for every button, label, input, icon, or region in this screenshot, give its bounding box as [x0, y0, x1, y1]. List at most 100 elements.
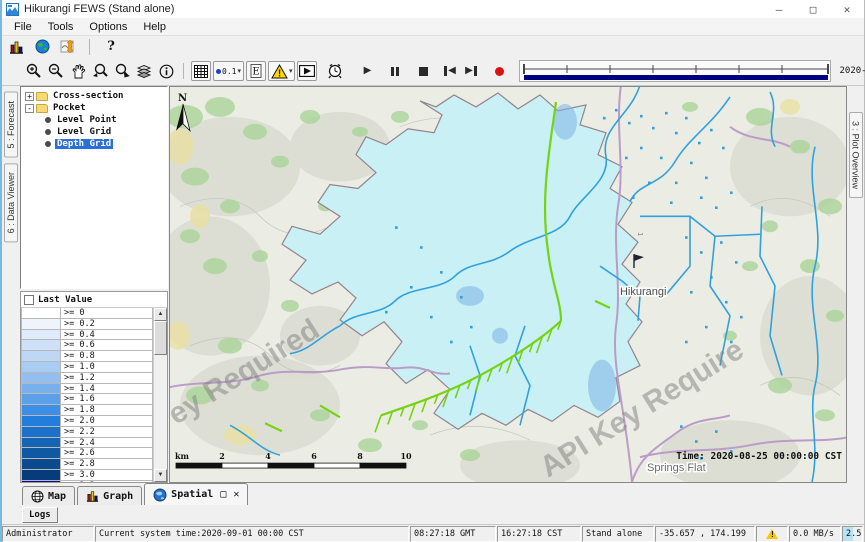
- last-value-checkbox[interactable]: [24, 295, 34, 305]
- map-view[interactable]: ey Required API Key Require Hikurangi Sp…: [169, 86, 847, 483]
- svg-text:6: 6: [311, 452, 317, 461]
- legend-row[interactable]: >= 3.0: [21, 470, 153, 481]
- tree-item-level-grid[interactable]: Level Grid: [23, 126, 167, 138]
- zoom-in-icon[interactable]: [24, 61, 44, 81]
- layers-icon[interactable]: [134, 61, 154, 81]
- scrollbar-thumb[interactable]: [154, 321, 167, 355]
- zoom-previous-icon[interactable]: [90, 61, 110, 81]
- status-gmt-time: 08:27:18 GMT: [410, 526, 496, 542]
- warning-thresholds-dropdown[interactable]: ! ▾: [268, 61, 296, 81]
- legend-row[interactable]: >= 0.8: [21, 351, 153, 362]
- tab-spatial[interactable]: Spatial □ ✕: [144, 483, 248, 505]
- close-button[interactable]: ✕: [830, 0, 864, 18]
- menu-tools[interactable]: Tools: [40, 20, 82, 34]
- minimize-button[interactable]: –: [762, 0, 796, 18]
- time-slider[interactable]: [519, 60, 831, 82]
- zoom-out-icon[interactable]: [46, 61, 66, 81]
- legend-panel: Last Value >= 0>= 0.2>= 0.4>= 0.6>= 0.8>…: [20, 291, 168, 483]
- contour-threshold-dropdown[interactable]: 0.1 ▾: [213, 61, 244, 81]
- pause-button[interactable]: [385, 61, 405, 81]
- legend-threshold-label: >= 2.4: [61, 438, 153, 449]
- globe-map-icon[interactable]: [32, 37, 52, 57]
- map-svg: ey Required API Key Require Hikurangi Sp…: [170, 87, 846, 482]
- menu-file[interactable]: File: [6, 20, 40, 34]
- tab-map[interactable]: Map: [22, 486, 75, 505]
- grid-display-icon[interactable]: [191, 61, 211, 81]
- legend-row[interactable]: >= 2.0: [21, 416, 153, 427]
- threshold-value: 0.1: [222, 67, 236, 76]
- window-title: Hikurangi FEWS (Stand alone): [24, 3, 174, 15]
- tab-map-label: Map: [48, 491, 66, 502]
- play-button[interactable]: ▶: [357, 61, 377, 81]
- pan-hand-icon[interactable]: [68, 61, 88, 81]
- record-button[interactable]: [489, 61, 509, 81]
- legend-color-swatch: [21, 438, 61, 449]
- tree-expander-icon[interactable]: +: [25, 92, 34, 101]
- svg-text:8: 8: [357, 452, 363, 461]
- svg-text:4: 4: [265, 452, 271, 461]
- tab-close-icon[interactable]: ✕: [233, 489, 239, 500]
- tree-item-level-point[interactable]: Level Point: [23, 114, 167, 126]
- time-slider-bar[interactable]: [524, 75, 828, 80]
- legend-color-swatch: [21, 416, 61, 427]
- skip-to-start-button[interactable]: ◀: [439, 61, 459, 81]
- skip-to-end-button[interactable]: ▶: [461, 61, 481, 81]
- tree-item-depth-grid[interactable]: Depth Grid: [23, 138, 167, 150]
- legend-color-swatch: [21, 405, 61, 416]
- legend-color-swatch: [21, 330, 61, 341]
- logs-row: Logs: [2, 505, 864, 525]
- tab-graph[interactable]: Graph: [77, 486, 142, 505]
- legend-row[interactable]: >= 1.8: [21, 405, 153, 416]
- legend-threshold-label: >= 1.2: [61, 373, 153, 384]
- spatial-display-icon[interactable]: [58, 37, 78, 57]
- legend-scrollbar[interactable]: ▲ ▼: [153, 308, 167, 482]
- logs-button[interactable]: Logs: [22, 507, 58, 523]
- legend-row[interactable]: >= 0.6: [21, 340, 153, 351]
- legend-row[interactable]: >= 3.2: [21, 481, 153, 482]
- legend-rows: >= 0>= 0.2>= 0.4>= 0.6>= 0.8>= 1.0>= 1.2…: [21, 308, 153, 482]
- scroll-up-icon[interactable]: ▲: [154, 308, 167, 321]
- legend-row[interactable]: >= 1.0: [21, 362, 153, 373]
- info-icon[interactable]: [156, 61, 176, 81]
- stop-button[interactable]: [413, 61, 433, 81]
- legend-row[interactable]: >= 1.6: [21, 394, 153, 405]
- status-system-time: Current system time:2020-09-01 00:00 CST: [95, 526, 409, 542]
- tab-spatial-label: Spatial: [171, 489, 213, 500]
- menu-options[interactable]: Options: [81, 20, 135, 34]
- tree-item-cross-section[interactable]: +Cross-section: [23, 90, 167, 102]
- legend-threshold-label: >= 2.8: [61, 459, 153, 470]
- app-logo-icon: [6, 3, 19, 16]
- zoom-next-icon[interactable]: [112, 61, 132, 81]
- legend-toggle-icon[interactable]: E: [246, 61, 266, 81]
- legend-row[interactable]: >= 0.4: [21, 330, 153, 341]
- animation-dialog-icon[interactable]: [297, 61, 317, 81]
- menu-help[interactable]: Help: [135, 20, 174, 34]
- tree-item-pocket[interactable]: -Pocket: [23, 102, 167, 114]
- timer-clock-icon[interactable]: [325, 61, 345, 81]
- status-warning[interactable]: [756, 526, 788, 542]
- tab-restore-icon[interactable]: □: [220, 489, 226, 500]
- legend-row[interactable]: >= 0.2: [21, 319, 153, 330]
- legend-row[interactable]: >= 2.6: [21, 448, 153, 459]
- legend-row[interactable]: >= 2.4: [21, 438, 153, 449]
- current-time-label: 2020-08-25 00:00:00 CST: [839, 66, 865, 76]
- status-memory: 2.5 GB: [842, 526, 863, 542]
- tree-expander-icon[interactable]: -: [25, 104, 34, 113]
- tab-plot-overview[interactable]: 3 : Plot Overview: [849, 112, 863, 198]
- legend-row[interactable]: >= 1.2: [21, 373, 153, 384]
- legend-row[interactable]: >= 2.2: [21, 427, 153, 438]
- legend-row[interactable]: >= 0: [21, 308, 153, 319]
- maximize-button[interactable]: □: [796, 0, 830, 18]
- status-coordinates: -35.657 , 174.199: [655, 526, 755, 542]
- timeseries-chart-icon[interactable]: [6, 37, 26, 57]
- legend-row[interactable]: >= 2.8: [21, 459, 153, 470]
- tab-forecast[interactable]: 5 : Forecast: [4, 92, 18, 158]
- tab-data-viewer[interactable]: 6 : Data Viewer: [4, 163, 18, 242]
- scroll-down-icon[interactable]: ▼: [154, 469, 167, 482]
- status-mode: Stand alone: [582, 526, 654, 542]
- legend-threshold-label: >= 3.2: [61, 481, 153, 482]
- chevron-down-icon: ▾: [289, 67, 293, 75]
- help-button[interactable]: ?: [101, 37, 121, 57]
- legend-color-swatch: [21, 319, 61, 330]
- legend-row[interactable]: >= 1.4: [21, 384, 153, 395]
